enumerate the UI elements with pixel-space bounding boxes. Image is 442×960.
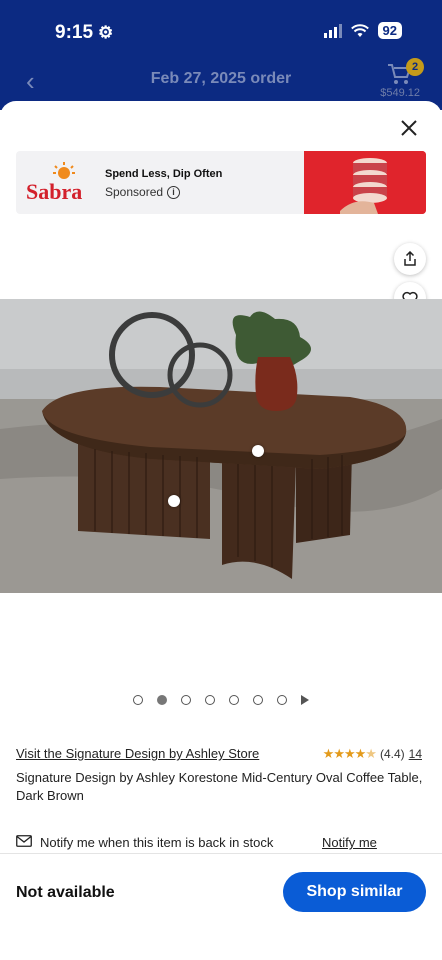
gear-icon: ⚙ bbox=[98, 23, 114, 42]
store-link[interactable]: Visit the Signature Design by Ashley Sto… bbox=[16, 746, 259, 761]
close-icon[interactable] bbox=[398, 117, 420, 139]
cart-count-badge: 2 bbox=[406, 58, 424, 76]
app-header: 9:15 ⚙ 92 ‹ Feb 27, 2025 order 2 $549.12 bbox=[0, 0, 442, 110]
shop-similar-button[interactable]: Shop similar bbox=[283, 872, 426, 912]
carousel-dot[interactable] bbox=[253, 695, 263, 705]
status-time: 9:15 ⚙ bbox=[55, 22, 113, 44]
carousel-dot[interactable] bbox=[229, 695, 239, 705]
share-icon bbox=[404, 251, 416, 266]
product-rating[interactable]: ★★★★★ (4.4) 14 bbox=[323, 746, 422, 762]
signal-icon bbox=[323, 23, 342, 38]
share-button[interactable] bbox=[394, 243, 426, 275]
sponsored-label: Sponsored i bbox=[105, 185, 181, 199]
sponsored-text: Sponsored bbox=[105, 185, 164, 199]
carousel-dot[interactable] bbox=[205, 695, 215, 705]
clock-text: 9:15 bbox=[55, 22, 94, 43]
rating-value: (4.4) bbox=[379, 747, 405, 761]
system-icons: 92 bbox=[323, 22, 402, 39]
availability-status: Not available bbox=[16, 884, 115, 901]
ad-product-image bbox=[304, 151, 426, 214]
carousel-dot-active[interactable] bbox=[157, 695, 167, 705]
ad-headline: Spend Less, Dip Often bbox=[105, 168, 223, 180]
carousel-dot[interactable] bbox=[181, 695, 191, 705]
notify-me-link[interactable]: Notify me bbox=[322, 835, 377, 850]
bottom-action-bar: Not available Shop similar bbox=[0, 853, 442, 960]
product-sheet: Sabra Spend Less, Dip Often Sponsored i bbox=[0, 101, 442, 960]
product-title: Signature Design by Ashley Korestone Mid… bbox=[16, 770, 423, 803]
sun-icon bbox=[53, 162, 75, 179]
star-rating-icon: ★★★★★ bbox=[322, 746, 377, 761]
back-in-stock-row: Notify me when this item is back in stoc… bbox=[16, 835, 426, 855]
carousel-dot[interactable] bbox=[277, 695, 287, 705]
product-image[interactable] bbox=[0, 299, 442, 593]
info-icon[interactable]: i bbox=[167, 185, 181, 199]
brand-wordmark: Sabra bbox=[26, 179, 82, 204]
sponsored-ad-banner[interactable]: Sabra Spend Less, Dip Often Sponsored i bbox=[16, 151, 426, 214]
wifi-icon bbox=[350, 23, 369, 37]
notify-message: Notify me when this item is back in stoc… bbox=[40, 835, 274, 850]
status-bar: 9:15 ⚙ 92 bbox=[0, 0, 442, 62]
carousel-indicator bbox=[0, 693, 442, 707]
envelope-icon bbox=[16, 835, 32, 847]
image-hotspot[interactable] bbox=[168, 495, 180, 507]
cart-total: $549.12 bbox=[380, 87, 420, 99]
image-hotspot[interactable] bbox=[252, 445, 264, 457]
review-count-link[interactable]: 14 bbox=[409, 747, 422, 761]
carousel-video-icon[interactable] bbox=[301, 695, 309, 705]
nav-bar: ‹ Feb 27, 2025 order 2 $549.12 bbox=[0, 58, 442, 102]
page-title: Feb 27, 2025 order bbox=[150, 70, 292, 87]
battery-icon: 92 bbox=[377, 22, 402, 39]
carousel-dot[interactable] bbox=[133, 695, 143, 705]
ad-brand-logo: Sabra bbox=[24, 159, 96, 207]
